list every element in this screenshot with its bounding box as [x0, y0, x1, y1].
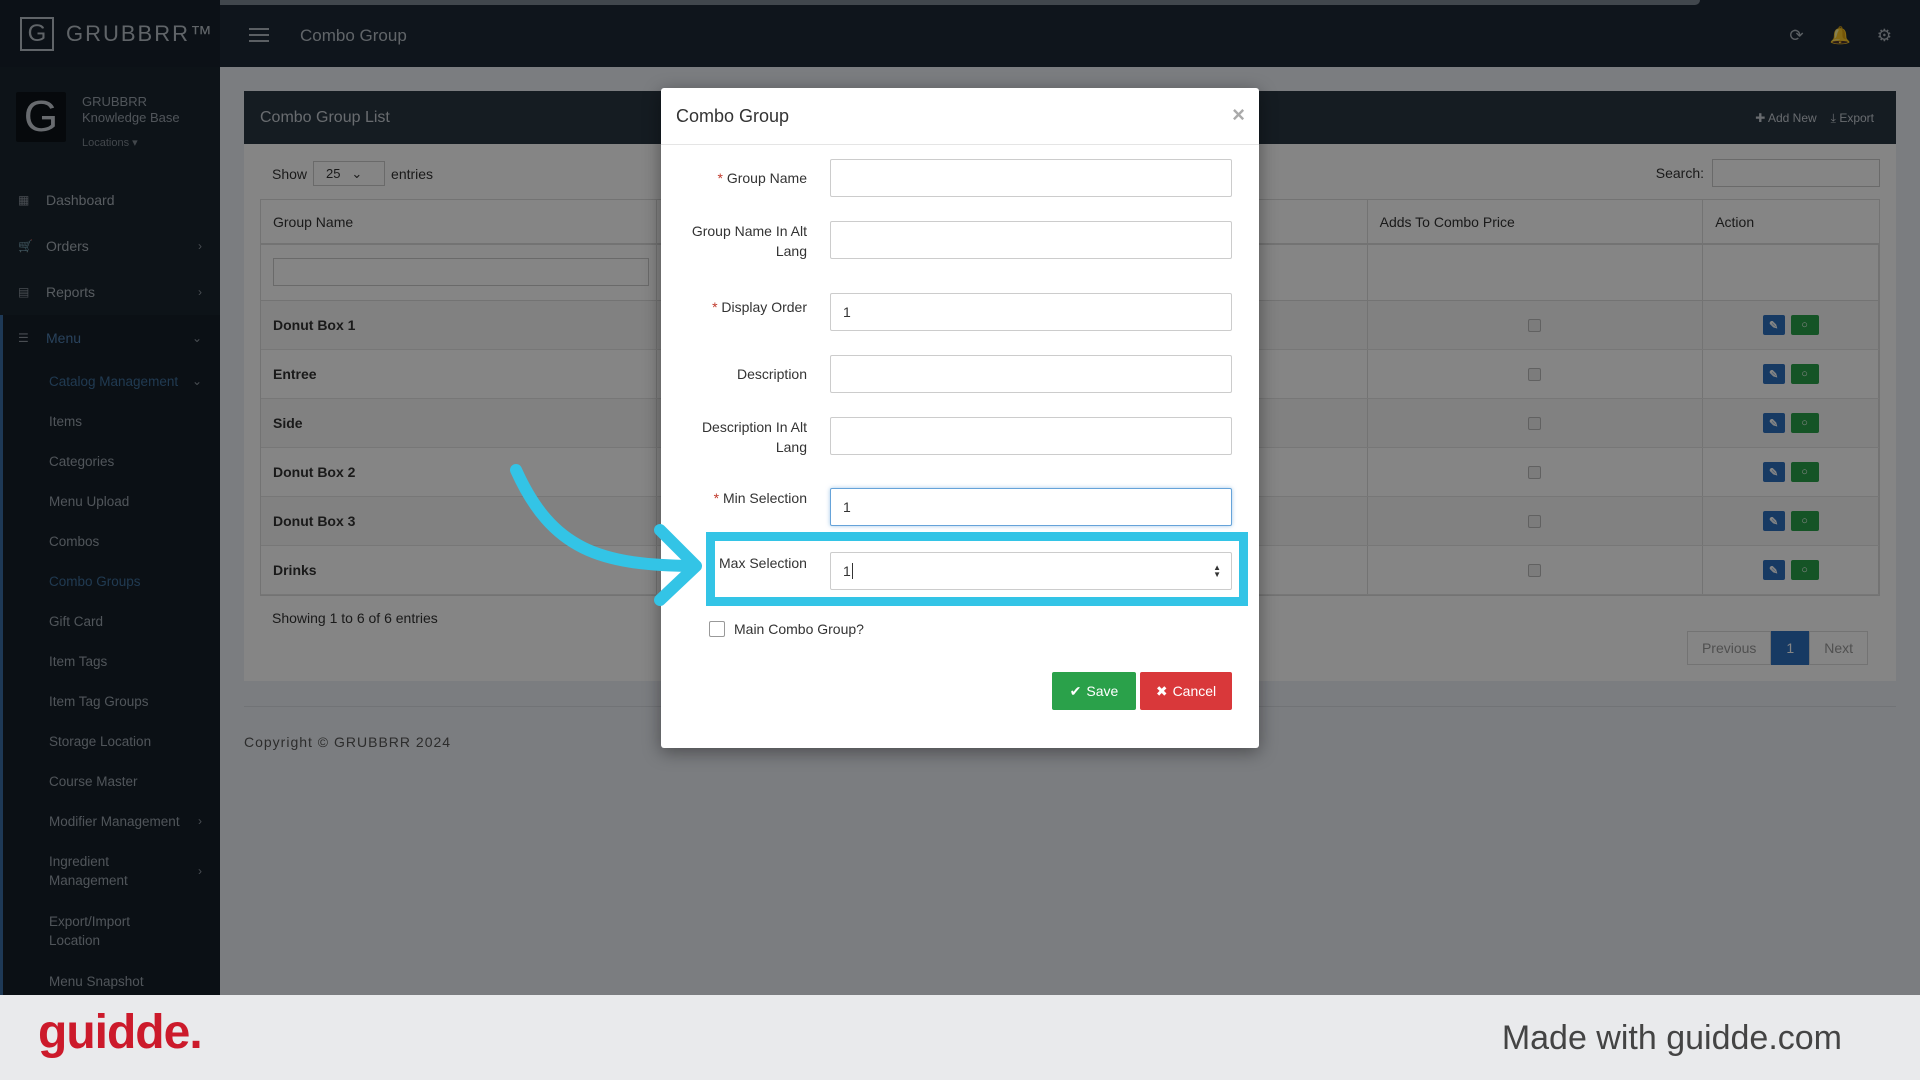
display-order-input[interactable]: 1 — [830, 293, 1232, 331]
cancel-button[interactable]: ✖ Cancel — [1140, 672, 1232, 710]
save-button[interactable]: ✔ Save — [1052, 672, 1136, 710]
group-name-label: * Group Name — [717, 170, 808, 186]
x-icon: ✖ — [1155, 682, 1168, 699]
combo-group-modal: Combo Group × * Group Name Group Name In… — [661, 88, 1259, 748]
description-alt-label: Description In Alt Lang — [701, 419, 807, 455]
stepper-icon[interactable]: ▲ ▼ — [1213, 564, 1221, 579]
guidde-logo: guidde. — [38, 1006, 203, 1059]
main-combo-group-label: Main Combo Group? — [734, 621, 864, 637]
made-with-text: Made with guidde.com — [1501, 1019, 1842, 1057]
min-selection-input[interactable]: 1 — [830, 488, 1232, 526]
modal-header: Combo Group × — [661, 88, 1259, 145]
save-label: Save — [1086, 683, 1119, 699]
max-selection-value: 1 — [843, 563, 851, 579]
max-selection-input[interactable]: 1 ▲ ▼ — [830, 552, 1232, 590]
max-selection-highlight: Max Selection 1 ▲ ▼ — [706, 532, 1248, 606]
main-combo-group-checkbox-row[interactable]: Main Combo Group? — [709, 621, 864, 637]
description-input[interactable] — [830, 355, 1232, 393]
cancel-label: Cancel — [1172, 683, 1217, 699]
modal-title: Combo Group — [676, 105, 790, 126]
display-order-label: * Display Order — [712, 299, 807, 315]
main-combo-group-checkbox[interactable] — [709, 621, 725, 637]
group-name-alt-input[interactable] — [830, 221, 1232, 259]
close-icon[interactable]: × — [1232, 102, 1245, 128]
guidde-footer: guidde. Made with guidde.com — [0, 995, 1920, 1080]
description-label: Description — [736, 366, 807, 382]
max-selection-label: Max Selection — [719, 555, 807, 571]
group-name-input[interactable] — [830, 159, 1232, 197]
group-name-alt-label: Group Name In Alt Lang — [691, 223, 807, 259]
min-selection-label: * Min Selection — [713, 490, 807, 506]
description-alt-input[interactable] — [830, 417, 1232, 455]
check-icon: ✔ — [1069, 682, 1082, 699]
